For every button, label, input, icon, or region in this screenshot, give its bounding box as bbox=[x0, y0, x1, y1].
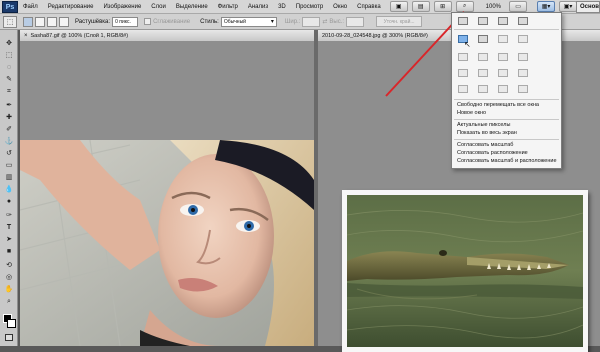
layout-6up-horizontal-icon[interactable] bbox=[498, 53, 508, 61]
layout-3up-stacked-icon[interactable] bbox=[498, 35, 508, 43]
width-label: Шир.: bbox=[284, 18, 301, 25]
fit-on-screen-item[interactable]: Показать во весь экран bbox=[457, 130, 517, 136]
hand-tool-icon[interactable]: ✋ bbox=[3, 286, 15, 294]
clone-stamp-tool-icon[interactable]: ⚓ bbox=[3, 138, 15, 146]
layout-tile-7-icon[interactable] bbox=[518, 69, 528, 77]
actual-pixels-item[interactable]: Актуальные пикселы bbox=[457, 122, 510, 128]
layout-tile-8-icon[interactable] bbox=[458, 85, 468, 93]
layout-3up-vertical-icon[interactable] bbox=[518, 17, 528, 25]
history-brush-tool-icon[interactable]: ↺ bbox=[3, 150, 15, 158]
layout-consolidate-all-icon[interactable] bbox=[458, 17, 468, 25]
layout-2up-horizontal-icon[interactable] bbox=[498, 17, 508, 25]
match-location-item[interactable]: Согласовать расположение bbox=[457, 150, 528, 156]
antialias-checkbox[interactable] bbox=[144, 18, 152, 25]
layout-2up-vertical-icon[interactable] bbox=[478, 17, 488, 25]
float-all-in-windows-item[interactable]: Свободно перемещать все окна bbox=[457, 102, 539, 108]
menu-window[interactable]: Окно bbox=[328, 4, 352, 10]
width-input[interactable] bbox=[302, 16, 321, 27]
mouse-cursor-icon: ↖ bbox=[464, 40, 471, 49]
type-tool-icon[interactable]: T bbox=[3, 224, 15, 232]
screen-icon: ▣▾ bbox=[563, 4, 573, 10]
menu-analysis[interactable]: Анализ bbox=[243, 4, 273, 10]
screen-mode-button[interactable]: ▭ bbox=[509, 1, 528, 12]
menu-file[interactable]: Файл bbox=[18, 4, 43, 10]
add-selection-icon[interactable] bbox=[35, 16, 45, 27]
menu-image[interactable]: Изображение bbox=[98, 4, 146, 10]
lasso-tool-icon[interactable]: ◌ bbox=[3, 64, 15, 72]
new-selection-icon[interactable] bbox=[23, 16, 33, 27]
girl-photo bbox=[20, 140, 314, 346]
quick-mask-icon[interactable] bbox=[5, 334, 13, 341]
workspace-switcher[interactable]: Основ bbox=[576, 1, 600, 13]
layout-tile-5-icon[interactable] bbox=[478, 69, 488, 77]
layout-tile-4-icon[interactable] bbox=[458, 69, 468, 77]
new-window-item[interactable]: Новое окно bbox=[457, 110, 486, 116]
layout-6up-grid-icon[interactable] bbox=[518, 53, 528, 61]
menu-3d[interactable]: 3D bbox=[273, 4, 291, 10]
marquee-icon: ⬚ bbox=[6, 18, 14, 26]
zoom-tool-icon[interactable]: ⌕ bbox=[3, 298, 15, 306]
layout-tile-10-icon[interactable] bbox=[498, 85, 508, 93]
layout-tile-9-icon[interactable] bbox=[478, 85, 488, 93]
crop-tool-icon[interactable]: ⌗ bbox=[3, 88, 15, 96]
swap-icon[interactable]: ⇄ bbox=[322, 18, 327, 25]
background-color-swatch[interactable] bbox=[7, 319, 16, 328]
screen-mode-menu-button[interactable]: ▣▾ bbox=[559, 1, 578, 12]
dodge-tool-icon[interactable]: ● bbox=[3, 198, 15, 206]
3d-rotate-tool-icon[interactable]: ⟲ bbox=[3, 262, 15, 270]
healing-brush-tool-icon[interactable]: ✚ bbox=[3, 114, 15, 122]
layout-tile-all-horizontal-icon[interactable] bbox=[478, 35, 488, 43]
antialias-label: Сглаживание bbox=[153, 18, 191, 25]
style-select[interactable]: Обычный bbox=[220, 16, 277, 27]
height-label: Выс.: bbox=[329, 18, 345, 25]
layout-tile-11-icon[interactable] bbox=[518, 85, 528, 93]
arrange-documents-button[interactable]: ▦▾ bbox=[537, 1, 556, 12]
style-label: Стиль: bbox=[200, 18, 219, 25]
photoshop-logo: Ps bbox=[2, 0, 18, 13]
match-zoom-item[interactable]: Согласовать масштаб bbox=[457, 142, 513, 148]
photo-frame bbox=[342, 190, 588, 352]
feather-input[interactable]: 0 пикс. bbox=[112, 16, 139, 27]
menu-layers[interactable]: Слои bbox=[146, 4, 171, 10]
move-tool-icon[interactable]: ✥ bbox=[3, 40, 15, 48]
height-input[interactable] bbox=[346, 16, 365, 27]
document-window-1[interactable]: × Sasha87.gif @ 100% (Слой 1, RGB/8#) bbox=[20, 30, 314, 346]
match-zoom-and-location-item[interactable]: Согласовать масштаб и расположение bbox=[457, 158, 557, 164]
document-tab-1[interactable]: × Sasha87.gif @ 100% (Слой 1, RGB/8#) bbox=[20, 30, 314, 42]
quick-select-tool-icon[interactable]: ✎ bbox=[3, 76, 15, 84]
arrange-documents-menu: ↖ Свободно перемещать все окна Новое окн… bbox=[451, 12, 562, 169]
eyedropper-tool-icon[interactable]: ✒ bbox=[3, 102, 15, 110]
menu-view[interactable]: Просмотр bbox=[291, 4, 328, 10]
crocodile-photo bbox=[347, 195, 583, 347]
layout-5up-icon[interactable] bbox=[458, 53, 468, 61]
marquee-tool-icon[interactable]: ⬚ bbox=[3, 52, 15, 60]
close-tab-icon[interactable]: × bbox=[24, 30, 28, 42]
layout-tile-6-icon[interactable] bbox=[498, 69, 508, 77]
subtract-selection-icon[interactable] bbox=[47, 16, 57, 27]
menu-filter[interactable]: Фильтр bbox=[213, 4, 243, 10]
screen-mode-icon: ▭ bbox=[515, 4, 521, 10]
gradient-tool-icon[interactable]: ▥ bbox=[3, 174, 15, 182]
zoom-level[interactable]: 100% bbox=[486, 4, 501, 10]
document-canvas-1[interactable] bbox=[20, 42, 314, 346]
layout-4up-icon[interactable] bbox=[518, 35, 528, 43]
tools-panel: ✥ ⬚ ◌ ✎ ⌗ ✒ ✚ ✐ ⚓ ↺ ▭ ▥ 💧 ● ✑ T ➤ ■ ⟲ ◎ … bbox=[0, 30, 18, 346]
shape-tool-icon[interactable]: ■ bbox=[3, 248, 15, 256]
layout-6up-vertical-icon[interactable] bbox=[478, 53, 488, 61]
3d-orbit-tool-icon[interactable]: ◎ bbox=[3, 274, 15, 282]
arrange-grid-icon: ▦▾ bbox=[541, 4, 551, 10]
tool-preset-picker[interactable]: ⬚ bbox=[3, 15, 17, 28]
feather-label: Растушёвка: bbox=[75, 18, 111, 25]
document-title-1: Sasha87.gif @ 100% (Слой 1, RGB/8#) bbox=[30, 32, 129, 39]
path-select-tool-icon[interactable]: ➤ bbox=[3, 236, 15, 244]
menu-select[interactable]: Выделение bbox=[171, 4, 213, 10]
eraser-tool-icon[interactable]: ▭ bbox=[3, 162, 15, 170]
intersect-selection-icon[interactable] bbox=[59, 16, 69, 27]
blur-tool-icon[interactable]: 💧 bbox=[3, 186, 15, 194]
pen-tool-icon[interactable]: ✑ bbox=[3, 212, 15, 220]
brush-tool-icon[interactable]: ✐ bbox=[3, 126, 15, 134]
menu-edit[interactable]: Редактирование bbox=[43, 4, 99, 10]
